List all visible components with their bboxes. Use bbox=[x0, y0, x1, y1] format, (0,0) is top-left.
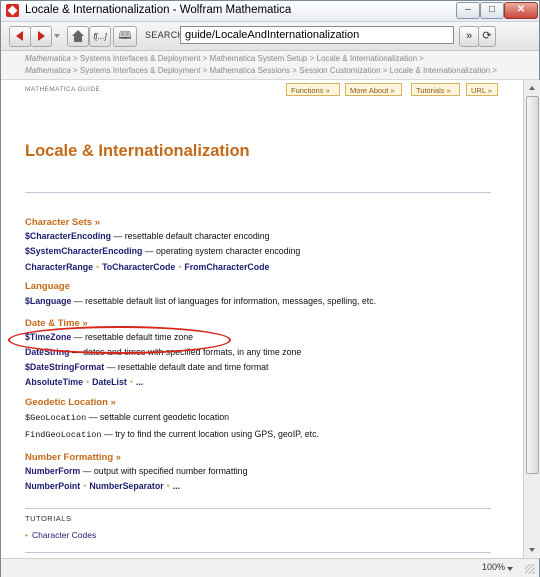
tutorial-link[interactable]: • Character Codes bbox=[25, 530, 96, 540]
symbol-link[interactable]: NumberSeparator bbox=[89, 481, 163, 491]
browser-window: Locale & Internationalization - Wolfram … bbox=[0, 0, 540, 577]
tutorials-menu-button[interactable]: Tutorials » bbox=[411, 83, 460, 96]
home-button[interactable] bbox=[67, 26, 89, 47]
vertical-scrollbar[interactable] bbox=[523, 80, 540, 558]
breadcrumb-line-1: Mathematica > Systems Interfaces & Deplo… bbox=[25, 54, 424, 63]
symbol-link[interactable]: DateList bbox=[92, 377, 127, 387]
zoom-dropdown-icon[interactable] bbox=[507, 567, 513, 571]
breadcrumb-item[interactable]: Mathematica Sessions bbox=[210, 66, 290, 75]
list-item: FindGeoLocation — try to find the curren… bbox=[25, 429, 319, 440]
breadcrumb-item[interactable]: Locale & Internationalization bbox=[317, 54, 418, 63]
go-button[interactable]: » bbox=[459, 26, 479, 47]
more-link[interactable]: ... bbox=[173, 481, 180, 491]
section-heading-character-sets[interactable]: Character Sets » bbox=[25, 217, 100, 228]
close-button[interactable]: ✕ bbox=[504, 2, 538, 19]
toolbar: f[...] 🕮 SEARCH » ⟳ bbox=[1, 22, 539, 51]
more-about-menu-button[interactable]: More About » bbox=[345, 83, 402, 96]
symbol-link[interactable]: CharacterRange bbox=[25, 262, 93, 272]
symbol-name[interactable]: FindGeoLocation bbox=[25, 430, 102, 440]
resize-grip-icon[interactable] bbox=[525, 564, 535, 574]
symbol-description: — settable current geodetic location bbox=[86, 412, 230, 422]
zoom-level[interactable]: 100% bbox=[482, 562, 505, 572]
minimize-button[interactable]: – bbox=[456, 2, 480, 19]
breadcrumb-line-2: Mathematica > Systems Interfaces & Deplo… bbox=[25, 66, 498, 75]
breadcrumb-item[interactable]: Systems Interfaces & Deployment bbox=[80, 54, 201, 63]
bullet-icon: • bbox=[25, 530, 28, 540]
section-heading-language: Language bbox=[25, 281, 70, 292]
url-menu-button[interactable]: URL » bbox=[466, 83, 498, 96]
title-bar: Locale & Internationalization - Wolfram … bbox=[1, 1, 539, 22]
symbol-link[interactable]: FromCharacterCode bbox=[184, 262, 269, 272]
scrollbar-thumb[interactable] bbox=[526, 96, 539, 474]
breadcrumb: Mathematica > Systems Interfaces & Deplo… bbox=[1, 51, 539, 80]
list-item: $SystemCharacterEncoding — operating sys… bbox=[25, 246, 300, 256]
symbol-link[interactable]: AbsoluteTime bbox=[25, 377, 83, 387]
breadcrumb-item[interactable]: Mathematica bbox=[25, 54, 71, 63]
guide-label: MATHEMATICA GUIDE bbox=[25, 86, 101, 93]
scroll-up-icon[interactable] bbox=[525, 81, 539, 95]
breadcrumb-item[interactable]: Mathematica bbox=[25, 66, 71, 75]
tutorials-heading: TUTORIALS bbox=[25, 514, 72, 523]
breadcrumb-item[interactable]: Locale & Internationalization bbox=[390, 66, 491, 75]
symbol-description: — try to find the current location using… bbox=[101, 429, 319, 439]
section-heading-geodetic-location[interactable]: Geodetic Location » bbox=[25, 397, 116, 408]
forward-button[interactable] bbox=[30, 26, 52, 47]
symbol-link[interactable]: NumberForm bbox=[25, 466, 80, 476]
back-arrow-icon bbox=[16, 31, 23, 41]
divider bbox=[25, 508, 491, 509]
page-title: Locale & Internationalization bbox=[25, 142, 250, 160]
symbol-link[interactable]: NumberPoint bbox=[25, 481, 80, 491]
maximize-button[interactable]: □ bbox=[480, 2, 504, 19]
breadcrumb-item[interactable]: Mathematica System Setup bbox=[210, 54, 308, 63]
divider bbox=[25, 192, 491, 193]
breadcrumb-item[interactable]: Systems Interfaces & Deployment bbox=[80, 66, 201, 75]
symbol-name[interactable]: $GeoLocation bbox=[25, 413, 86, 423]
divider bbox=[25, 552, 491, 553]
list-item: NumberPoint • NumberSeparator •... bbox=[25, 481, 181, 491]
more-link[interactable]: ... bbox=[136, 377, 143, 387]
symbol-description: — operating system character encoding bbox=[142, 246, 301, 256]
section-heading-number-formatting[interactable]: Number Formatting » bbox=[25, 452, 121, 463]
breadcrumb-item[interactable]: Session Customization bbox=[299, 66, 380, 75]
symbol-description: — resettable default list of languages f… bbox=[71, 296, 377, 306]
history-dropdown-icon[interactable] bbox=[54, 34, 60, 38]
list-item: NumberForm — output with specified numbe… bbox=[25, 466, 247, 476]
symbol-description: — output with specified number formattin… bbox=[80, 466, 248, 476]
function-navigator-button[interactable]: f[...] bbox=[89, 26, 111, 47]
list-item: $CharacterEncoding — resettable default … bbox=[25, 231, 270, 241]
symbol-description: — resettable default character encoding bbox=[111, 231, 270, 241]
list-item: $DateStringFormat — resettable default d… bbox=[25, 362, 269, 372]
status-bar: 100% bbox=[1, 558, 539, 577]
list-item: AbsoluteTime • DateList •... bbox=[25, 377, 144, 387]
refresh-icon[interactable]: ⟳ bbox=[478, 26, 496, 47]
symbol-description: — resettable default date and time forma… bbox=[104, 362, 269, 372]
symbol-link[interactable]: ToCharacterCode bbox=[102, 262, 175, 272]
red-ellipse-annotation bbox=[8, 326, 231, 354]
list-item: $GeoLocation — settable current geodetic… bbox=[25, 412, 229, 423]
list-item: CharacterRange • ToCharacterCode • FromChara… bbox=[25, 262, 270, 272]
page-content: MATHEMATICA GUIDE Functions » More About… bbox=[1, 80, 523, 558]
window-title: Locale & Internationalization - Wolfram … bbox=[25, 4, 292, 16]
symbol-link[interactable]: $Language bbox=[25, 296, 71, 306]
mathematica-logo-icon bbox=[6, 4, 19, 17]
symbol-link[interactable]: $SystemCharacterEncoding bbox=[25, 246, 142, 256]
home-icon bbox=[72, 30, 84, 42]
scroll-down-icon[interactable] bbox=[525, 543, 539, 557]
search-input[interactable] bbox=[180, 26, 454, 44]
back-button[interactable] bbox=[9, 26, 31, 47]
search-label: SEARCH bbox=[145, 30, 185, 40]
symbol-link[interactable]: $CharacterEncoding bbox=[25, 231, 111, 241]
book-icon[interactable]: 🕮 bbox=[113, 26, 137, 47]
forward-arrow-icon bbox=[38, 31, 45, 41]
tutorial-link-label: Character Codes bbox=[31, 530, 97, 540]
symbol-link[interactable]: $DateStringFormat bbox=[25, 362, 104, 372]
list-item: $Language — resettable default list of l… bbox=[25, 296, 376, 306]
functions-menu-button[interactable]: Functions » bbox=[286, 83, 340, 96]
